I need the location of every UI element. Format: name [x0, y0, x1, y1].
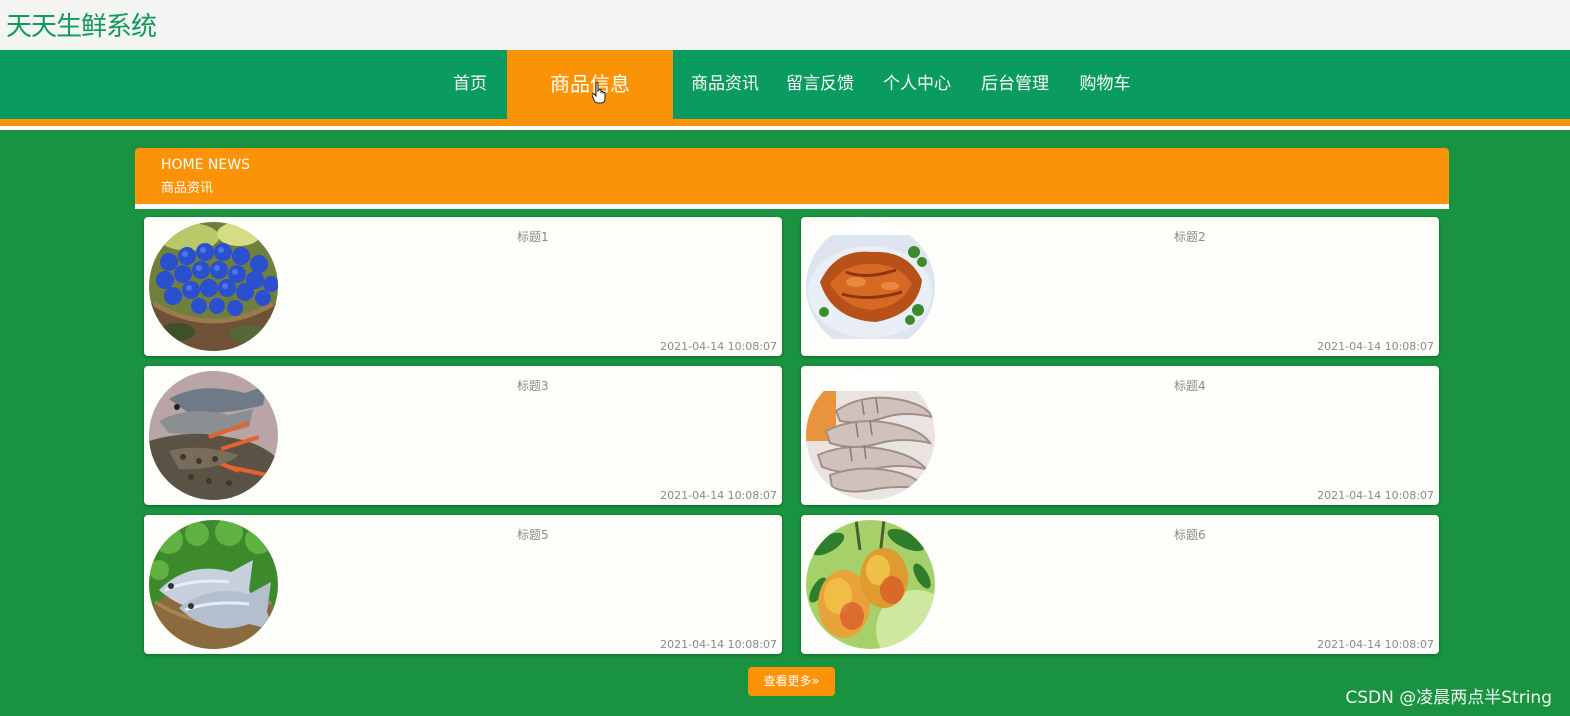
nav-item-cart[interactable]: 购物车 — [1072, 50, 1138, 119]
news-card[interactable]: 标题4 2021-04-14 10:08:07 — [801, 366, 1439, 505]
news-date: 2021-04-14 10:08:07 — [660, 638, 777, 651]
news-title[interactable]: 标题3 — [517, 377, 549, 394]
news-title[interactable]: 标题1 — [517, 228, 549, 245]
nav-white-stripe — [0, 126, 1570, 130]
section-title-en: HOME NEWS — [161, 157, 250, 173]
nav-item-product-info[interactable]: 商品信息 — [507, 50, 673, 119]
news-image-blueberries[interactable] — [149, 222, 278, 351]
news-image-roast-duck[interactable] — [806, 222, 935, 351]
nav-orange-stripe — [0, 119, 1570, 126]
section-title-cn: 商品资讯 — [161, 181, 214, 196]
news-image-fish-and-lobster[interactable] — [149, 371, 278, 500]
view-more-label: 查看更多 — [763, 674, 812, 688]
news-card[interactable]: 标题3 2021-04-14 10:08:07 — [144, 366, 782, 505]
double-chevron-right-icon: » — [811, 674, 820, 689]
news-title[interactable]: 标题6 — [1174, 526, 1206, 543]
news-card[interactable]: 标题5 2021-04-14 10:08:07 — [144, 515, 782, 654]
news-card[interactable]: 标题6 2021-04-14 10:08:07 — [801, 515, 1439, 654]
news-title[interactable]: 标题4 — [1174, 377, 1206, 394]
site-title[interactable]: 天天生鲜系统 — [6, 6, 157, 43]
nav-item-user-center[interactable]: 个人中心 — [875, 50, 959, 119]
watermark: CSDN @凌晨两点半String — [1345, 688, 1552, 708]
news-date: 2021-04-14 10:08:07 — [660, 489, 777, 502]
view-more-button[interactable]: 查看更多» — [748, 667, 835, 696]
news-card[interactable]: 标题2 2021-04-14 10:08:07 — [801, 217, 1439, 356]
news-section-header: HOME NEWS 商品资讯 — [135, 148, 1449, 209]
hand-cursor-icon — [592, 82, 606, 104]
news-image-mangoes[interactable] — [806, 520, 935, 649]
news-card[interactable]: 标题1 2021-04-14 10:08:07 — [144, 217, 782, 356]
nav-item-admin[interactable]: 后台管理 — [973, 50, 1057, 119]
news-title[interactable]: 标题2 — [1174, 228, 1206, 245]
news-image-shrimp[interactable] — [806, 371, 935, 500]
nav-item-feedback[interactable]: 留言反馈 — [778, 50, 862, 119]
news-image-pomfret-fish[interactable] — [149, 520, 278, 649]
nav-item-home[interactable]: 首页 — [443, 50, 497, 119]
news-date: 2021-04-14 10:08:07 — [1317, 638, 1434, 651]
news-title[interactable]: 标题5 — [517, 526, 549, 543]
news-date: 2021-04-14 10:08:07 — [660, 340, 777, 353]
top-header: 天天生鲜系统 — [0, 0, 1570, 50]
news-date: 2021-04-14 10:08:07 — [1317, 340, 1434, 353]
nav-item-product-news[interactable]: 商品资讯 — [683, 50, 767, 119]
news-date: 2021-04-14 10:08:07 — [1317, 489, 1434, 502]
